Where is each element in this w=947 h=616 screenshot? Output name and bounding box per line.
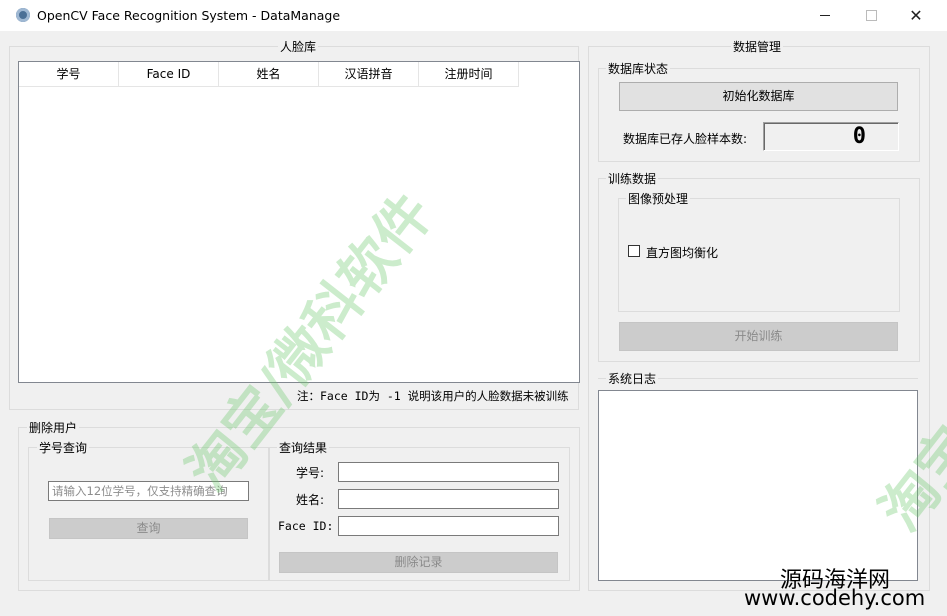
- sample-count-label: 数据库已存人脸样本数:: [623, 132, 748, 146]
- face-id-field[interactable]: [338, 516, 559, 536]
- opencv-app-icon: [16, 8, 30, 22]
- title-bar[interactable]: OpenCV Face Recognition System - DataMan…: [0, 0, 947, 31]
- delete-user-title: 删除用户: [27, 419, 80, 436]
- column-header-pinyin[interactable]: 汉语拼音: [319, 62, 419, 87]
- sample-count-display: 0: [763, 122, 899, 151]
- db-status-title: 数据库状态: [606, 60, 671, 77]
- column-header-face-id[interactable]: Face ID: [119, 62, 219, 87]
- column-header-student-id[interactable]: 学号: [19, 62, 119, 87]
- delete-record-button[interactable]: 删除记录: [279, 552, 558, 573]
- student-id-label: 学号:: [296, 466, 325, 480]
- window-title: OpenCV Face Recognition System - DataMan…: [37, 8, 341, 23]
- student-id-field[interactable]: [338, 462, 559, 482]
- student-id-search-input[interactable]: 请输入12位学号，仅支持精确查询: [48, 481, 249, 501]
- name-label: 姓名:: [296, 493, 325, 507]
- system-log-title: 系统日志: [606, 370, 659, 387]
- watermark-site-url: www.codehy.com: [744, 586, 926, 610]
- start-training-button[interactable]: 开始训练: [619, 322, 898, 351]
- column-header-name[interactable]: 姓名: [219, 62, 319, 87]
- system-log-textarea[interactable]: [598, 390, 918, 581]
- minimize-button[interactable]: [802, 0, 848, 31]
- preprocess-title: 图像预处理: [626, 190, 691, 207]
- face-id-note: 注：Face ID为 -1 说明该用户的人脸数据未被训练: [297, 389, 569, 403]
- data-management-title: 数据管理: [731, 38, 784, 55]
- student-id-query-title: 学号查询: [37, 439, 90, 456]
- histogram-equalization-checkbox[interactable]: [628, 245, 640, 257]
- name-field[interactable]: [338, 489, 559, 509]
- histogram-equalization-label[interactable]: 直方图均衡化: [646, 244, 718, 261]
- face-id-label: Face ID:: [278, 519, 334, 533]
- minimize-icon: [820, 15, 830, 16]
- student-id-query-group: [28, 447, 270, 581]
- close-icon: ✕: [909, 6, 923, 25]
- column-header-register-time[interactable]: 注册时间: [419, 62, 519, 87]
- query-result-title: 查询结果: [277, 439, 330, 456]
- init-database-button[interactable]: 初始化数据库: [619, 82, 898, 111]
- training-title: 训练数据: [606, 170, 659, 187]
- face-library-table[interactable]: 学号 Face ID 姓名 汉语拼音 注册时间: [18, 61, 580, 383]
- close-button[interactable]: ✕: [893, 0, 939, 31]
- maximize-button[interactable]: [848, 0, 894, 31]
- data-manage-window: OpenCV Face Recognition System - DataMan…: [0, 0, 947, 616]
- face-library-title: 人脸库: [278, 38, 319, 55]
- sample-count-value: 0: [852, 124, 866, 149]
- query-button[interactable]: 查询: [49, 518, 248, 539]
- maximize-icon: [865, 10, 877, 21]
